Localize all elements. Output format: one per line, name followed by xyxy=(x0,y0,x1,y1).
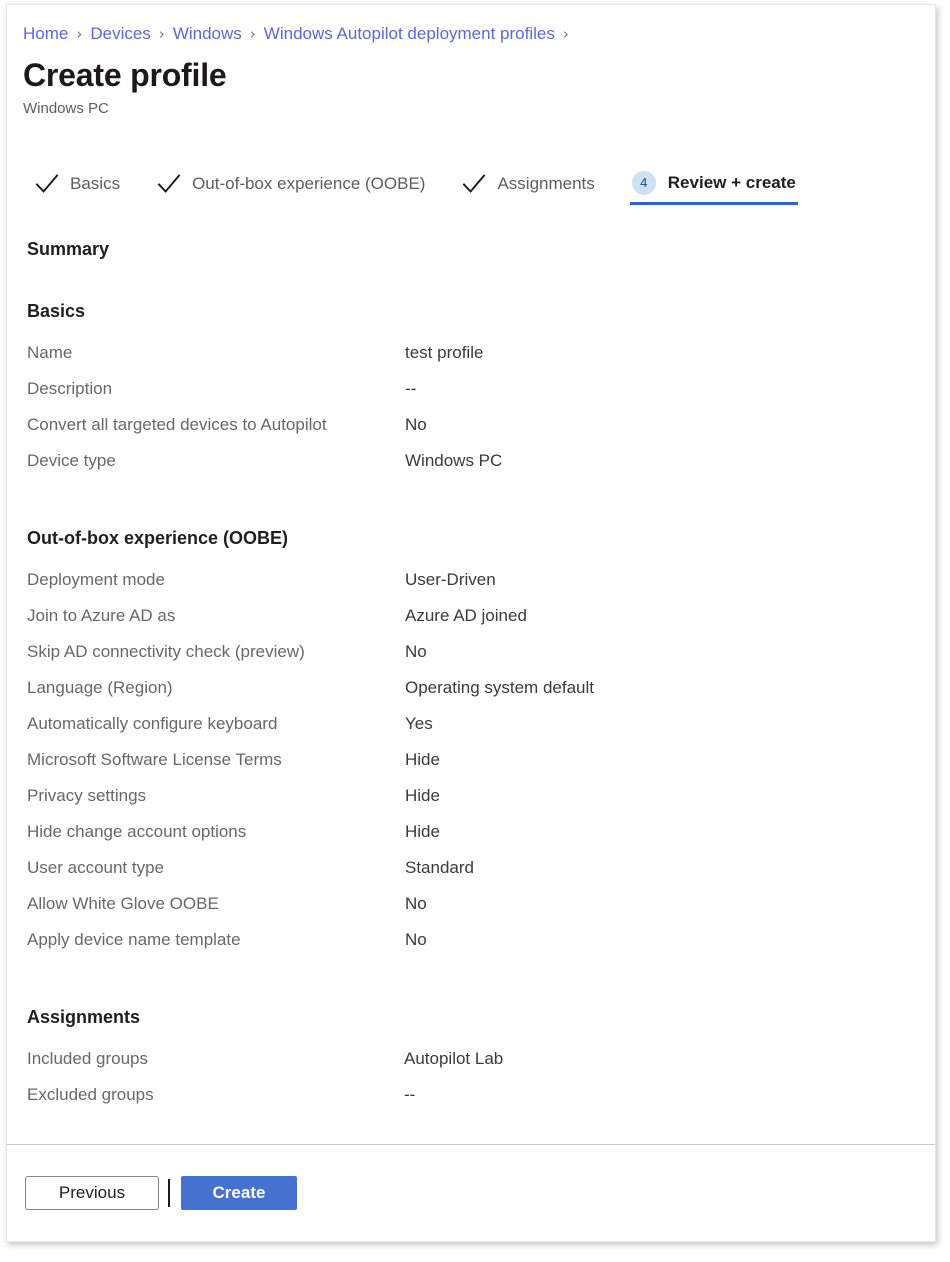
wizard-tab-basics[interactable]: Basics xyxy=(33,163,122,205)
summary-row: Convert all targeted devices to Autopilo… xyxy=(7,415,935,451)
summary-row-label: Description xyxy=(27,379,405,399)
summary-row-label: Allow White Glove OOBE xyxy=(27,894,405,914)
summary-row-value: Autopilot Lab xyxy=(404,1049,503,1069)
summary-rows: Included groupsAutopilot LabExcluded gro… xyxy=(7,1049,935,1121)
summary-row-value: Yes xyxy=(405,714,433,734)
summary-row-label: Language (Region) xyxy=(27,678,405,698)
summary-row-label: Device type xyxy=(27,451,405,471)
wizard-tab-label: Assignments xyxy=(497,174,594,194)
breadcrumb: Home › Devices › Windows › Windows Autopilot d… xyxy=(7,5,935,44)
wizard-tab-label: Basics xyxy=(70,174,120,194)
breadcrumb-chevron-icon: › xyxy=(76,24,82,44)
create-profile-blade: Home › Devices › Windows › Windows Autopilot d… xyxy=(6,4,936,1242)
summary-row-label: Excluded groups xyxy=(27,1085,404,1105)
summary-row: Description-- xyxy=(7,379,935,415)
summary-row-value: No xyxy=(405,894,427,914)
summary-row-value: No xyxy=(405,642,427,662)
page-subtitle: Windows PC xyxy=(23,100,935,118)
summary-row-value: Azure AD joined xyxy=(405,606,527,626)
summary-row-label: Deployment mode xyxy=(27,570,405,590)
summary-section: BasicsNametest profileDescription--Conve… xyxy=(7,300,935,487)
breadcrumb-chevron-icon: › xyxy=(563,24,569,44)
section-title: Out-of-box experience (OOBE) xyxy=(27,527,935,549)
summary-row: Privacy settingsHide xyxy=(7,786,935,822)
summary-row: Language (Region)Operating system defaul… xyxy=(7,678,935,714)
breadcrumb-chevron-icon: › xyxy=(250,24,256,44)
summary-row-value: Hide xyxy=(405,786,440,806)
blade-footer: Previous Create xyxy=(7,1144,935,1241)
summary-row: User account typeStandard xyxy=(7,858,935,894)
check-icon xyxy=(462,173,497,195)
summary-row-label: Skip AD connectivity check (preview) xyxy=(27,642,405,662)
summary-rows: Deployment modeUser-DrivenJoin to Azure … xyxy=(7,570,935,966)
breadcrumb-item[interactable]: Devices xyxy=(90,24,150,44)
summary-section: Out-of-box experience (OOBE) Deployment m… xyxy=(7,527,935,966)
summary-row: Skip AD connectivity check (preview)No xyxy=(7,642,935,678)
breadcrumb-item[interactable]: Windows Autopilot deployment profiles xyxy=(264,24,555,44)
summary-row: Included groupsAutopilot Lab xyxy=(7,1049,935,1085)
summary-row-value: User-Driven xyxy=(405,570,496,590)
wizard-tab-label: Out-of-box experience (OOBE) xyxy=(192,174,425,194)
summary-row: Join to Azure AD asAzure AD joined xyxy=(7,606,935,642)
summary-row-value: Windows PC xyxy=(405,451,502,471)
summary-row-label: Apply device name template xyxy=(27,930,405,950)
summary-row-label: User account type xyxy=(27,858,405,878)
summary-row-value: Operating system default xyxy=(405,678,594,698)
section-title: Basics xyxy=(27,300,935,322)
summary-row: Nametest profile xyxy=(7,343,935,379)
check-icon xyxy=(157,173,192,195)
wizard-tab-review-create[interactable]: 4 Review + create xyxy=(630,163,798,205)
summary-row: Excluded groups-- xyxy=(7,1085,935,1121)
summary-row-value: No xyxy=(405,415,427,435)
summary-sections: BasicsNametest profileDescription--Conve… xyxy=(7,300,935,1121)
blade-content: Home › Devices › Windows › Windows Autopilot d… xyxy=(7,5,935,1144)
summary-row: Device typeWindows PC xyxy=(7,451,935,487)
summary-row-value: Hide xyxy=(405,822,440,842)
section-title: Assignments xyxy=(27,1006,935,1028)
summary-row: Deployment modeUser-Driven xyxy=(7,570,935,606)
summary-row-label: Name xyxy=(27,343,405,363)
summary-row-value: Hide xyxy=(405,750,440,770)
create-button[interactable]: Create xyxy=(181,1176,297,1210)
step-number-badge: 4 xyxy=(632,171,656,195)
wizard-tab-out-of-box-experience-oobe[interactable]: Out-of-box experience (OOBE) xyxy=(155,163,427,205)
summary-row-value: No xyxy=(405,930,427,950)
summary-row-label: Hide change account options xyxy=(27,822,405,842)
breadcrumb-item[interactable]: Home xyxy=(23,24,68,44)
page-title: Create profile xyxy=(23,56,935,94)
wizard-tab-label: Review + create xyxy=(668,173,796,193)
breadcrumb-chevron-icon: › xyxy=(159,24,165,44)
summary-row-label: Microsoft Software License Terms xyxy=(27,750,405,770)
summary-heading: Summary xyxy=(27,238,935,260)
summary-row: Hide change account optionsHide xyxy=(7,822,935,858)
summary-row-value: test profile xyxy=(405,343,483,363)
wizard-tab-assignments[interactable]: Assignments xyxy=(460,163,596,205)
summary-row: Microsoft Software License TermsHide xyxy=(7,750,935,786)
summary-row-value: -- xyxy=(404,1085,415,1105)
summary-row-label: Join to Azure AD as xyxy=(27,606,405,626)
check-icon xyxy=(35,173,70,195)
summary-row-value: Standard xyxy=(405,858,474,878)
summary-row-label: Convert all targeted devices to Autopilo… xyxy=(27,415,405,435)
summary-rows: Nametest profileDescription--Convert all… xyxy=(7,343,935,487)
summary-row: Automatically configure keyboardYes xyxy=(7,714,935,750)
summary-row-label: Automatically configure keyboard xyxy=(27,714,405,734)
summary-row: Apply device name templateNo xyxy=(7,930,935,966)
summary-row-label: Included groups xyxy=(27,1049,404,1069)
summary-row-value: -- xyxy=(405,379,416,399)
button-separator xyxy=(168,1179,170,1207)
breadcrumb-item[interactable]: Windows xyxy=(173,24,242,44)
wizard-tabs: Basics Out-of-box experience (OOBE) Assign… xyxy=(33,161,935,205)
summary-row-label: Privacy settings xyxy=(27,786,405,806)
previous-button[interactable]: Previous xyxy=(25,1176,159,1210)
summary-row: Allow White Glove OOBENo xyxy=(7,894,935,930)
summary-section: AssignmentsIncluded groupsAutopilot LabE… xyxy=(7,1006,935,1121)
